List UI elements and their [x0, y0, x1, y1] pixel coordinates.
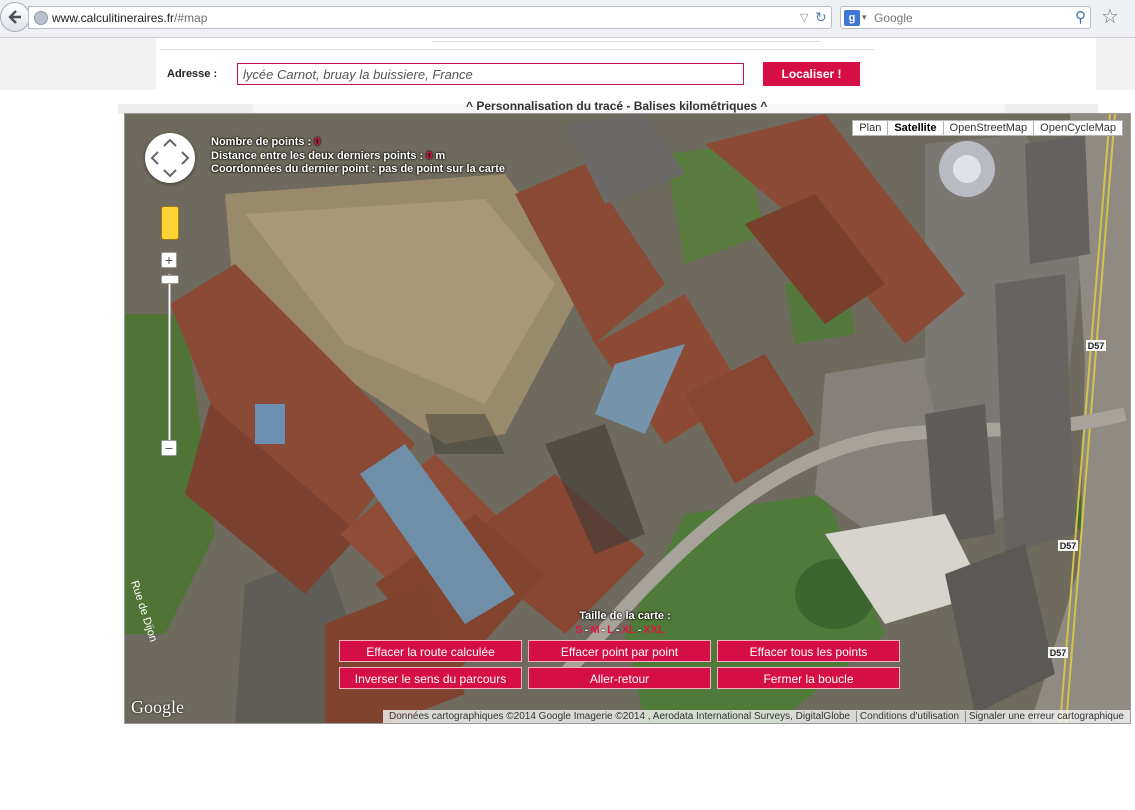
search-bar[interactable]: g ▾ Google ⚲: [840, 6, 1091, 29]
pan-control[interactable]: [145, 133, 195, 183]
back-button[interactable]: [0, 2, 30, 32]
url-text: www.calculitineraires.fr/#map: [52, 11, 207, 25]
last-coordinates: Coordonnées du dernier point : pas de po…: [211, 163, 505, 175]
separator: -: [615, 624, 620, 636]
zoom-slider-track[interactable]: [168, 274, 171, 444]
size-option-l[interactable]: L: [607, 624, 614, 636]
page-margin-right: [1096, 38, 1135, 90]
road-label-d57: D57: [1060, 541, 1077, 551]
last-distance: Distance entre les deux derniers points …: [211, 150, 445, 162]
round-trip-button[interactable]: Aller-retour: [528, 667, 711, 689]
points-value: 0: [314, 136, 321, 148]
zoom-slider-handle[interactable]: [161, 275, 179, 284]
size-option-m[interactable]: M: [590, 624, 599, 636]
search-icon[interactable]: ⚲: [1075, 8, 1086, 26]
reverse-route-button[interactable]: Inverser le sens du parcours: [339, 667, 522, 689]
separator: -: [584, 624, 589, 636]
browser-toolbar: www.calculitineraires.fr/#map ▽ ↻ g ▾ Go…: [0, 0, 1135, 38]
attribution-text: Données cartographiques ©2014 Google Ima…: [388, 711, 851, 722]
clear-point-button[interactable]: Effacer point par point: [528, 640, 711, 662]
locate-button[interactable]: Localiser !: [763, 62, 860, 86]
bookmark-star-icon[interactable]: ☆: [1101, 4, 1119, 29]
points-count: Nombre de points : 0: [211, 136, 320, 148]
map-type-plan[interactable]: Plan: [852, 120, 889, 136]
url-path: /#map: [174, 11, 208, 25]
map-container[interactable]: D57 D57 D57 Rue de Dijon Nombre de point…: [124, 113, 1131, 724]
size-option-xl[interactable]: XL: [622, 624, 636, 636]
distance-unit: m: [435, 150, 446, 162]
address-input[interactable]: [237, 63, 744, 85]
dropdown-arrow-icon[interactable]: ▽: [800, 11, 808, 24]
globe-icon: [34, 11, 48, 25]
size-option-xxl[interactable]: XXL: [643, 624, 664, 636]
distance-value: 0: [426, 150, 433, 162]
pan-arrows-icon: [150, 138, 190, 178]
google-logo: Google: [131, 697, 184, 717]
street-view-pegman-icon[interactable]: [161, 206, 179, 240]
url-domain: www.calculitineraires.fr: [52, 11, 175, 25]
page-margin-left: [0, 38, 156, 90]
map-type-openstreetmap[interactable]: OpenStreetMap: [942, 120, 1035, 136]
reload-icon[interactable]: ↻: [815, 9, 827, 26]
size-option-s[interactable]: S: [575, 624, 582, 636]
customization-toggle[interactable]: ^ Personnalisation du tracé - Balises ki…: [466, 99, 767, 114]
terms-link[interactable]: Conditions d'utilisation: [855, 711, 963, 722]
url-bar[interactable]: www.calculitineraires.fr/#map ▽ ↻: [28, 6, 832, 29]
chevron-down-icon[interactable]: ▾: [862, 12, 867, 23]
clear-all-points-button[interactable]: Effacer tous les points: [717, 640, 900, 662]
road-label-d57: D57: [1088, 341, 1105, 351]
distance-label: Distance entre les deux derniers points …: [211, 150, 424, 162]
report-error-link[interactable]: Signaler une erreur cartographique: [964, 711, 1127, 722]
map-type-satellite[interactable]: Satellite: [887, 120, 944, 136]
address-label: Adresse :: [167, 68, 218, 80]
map-size-label: Taille de la carte :: [579, 610, 671, 622]
clear-route-button[interactable]: Effacer la route calculée: [339, 640, 522, 662]
map-attribution: Données cartographiques ©2014 Google Ima…: [382, 710, 1130, 723]
divider: [432, 38, 820, 42]
divider: [160, 49, 874, 50]
zoom-out-button[interactable]: −: [161, 440, 177, 456]
map-type-selector: Plan Satellite OpenStreetMap OpenCycleMa…: [852, 120, 1123, 136]
zoom-in-button[interactable]: +: [161, 252, 177, 268]
map-size-options: S - M - L - XL - XXL: [565, 624, 675, 636]
road-label-d57: D57: [1050, 648, 1067, 658]
close-loop-button[interactable]: Fermer la boucle: [717, 667, 900, 689]
arrow-left-icon: [8, 10, 21, 24]
search-placeholder: Google: [874, 11, 913, 25]
separator: -: [601, 624, 606, 636]
map-type-opencyclemap[interactable]: OpenCycleMap: [1033, 120, 1123, 136]
separator: -: [637, 624, 642, 636]
google-g-icon: g: [844, 10, 860, 26]
points-label: Nombre de points :: [211, 136, 312, 148]
